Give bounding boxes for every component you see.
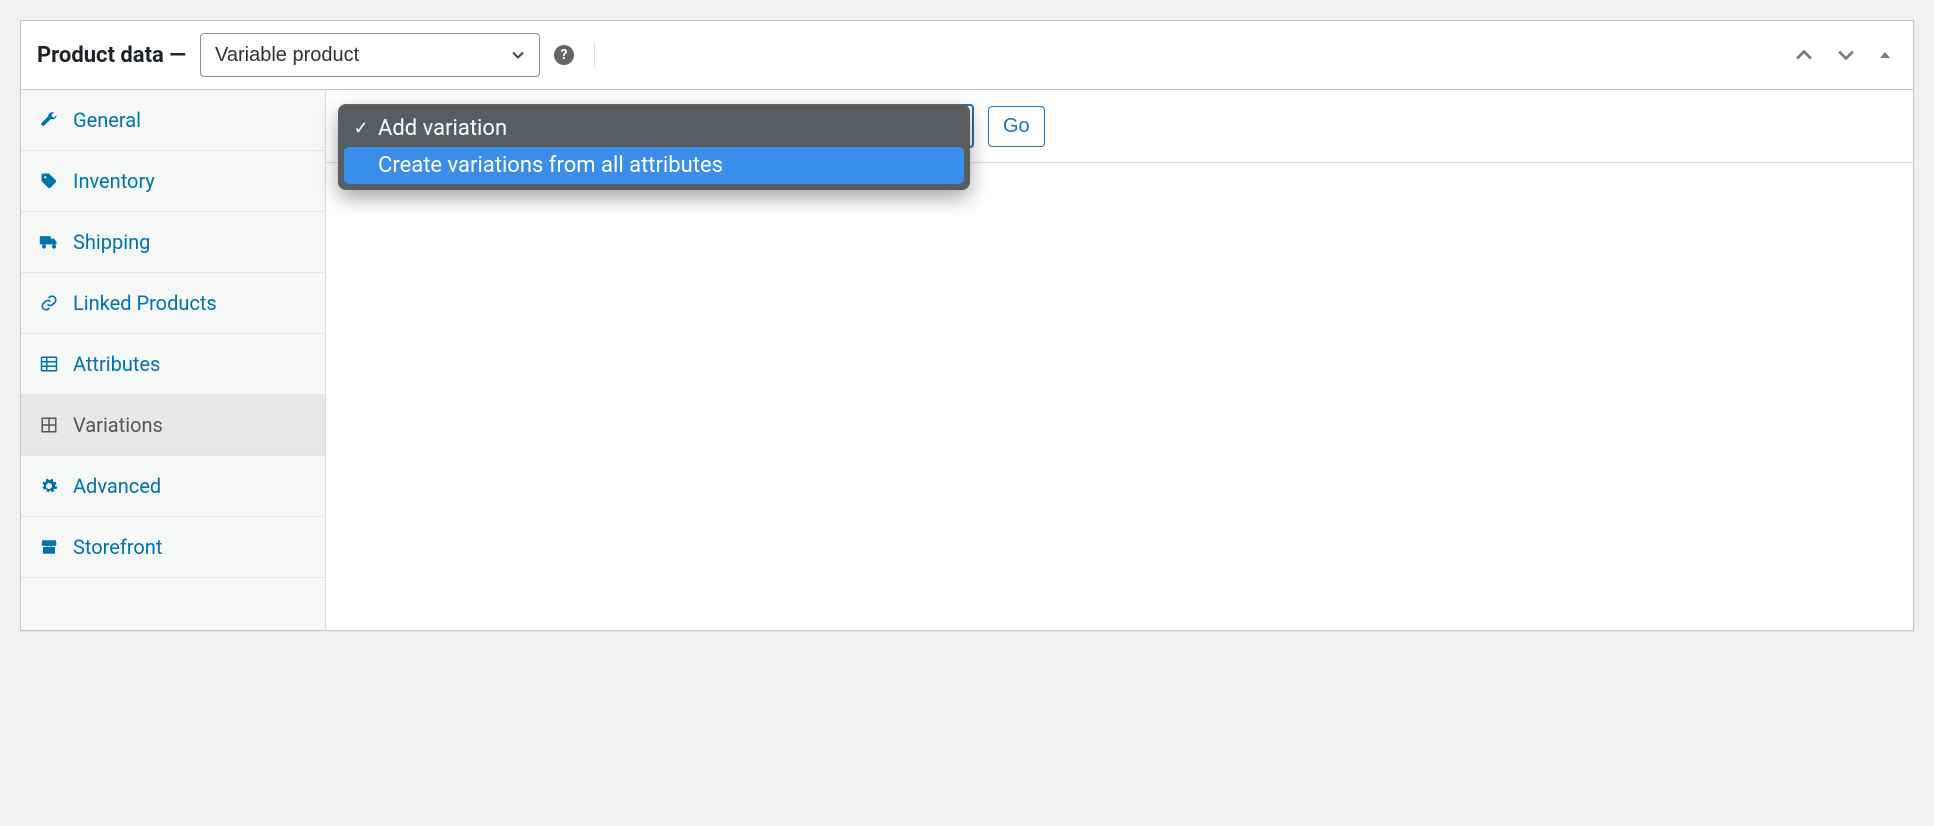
check-icon: ✓ — [352, 118, 370, 139]
chevron-down-icon — [1835, 44, 1857, 66]
panel-header: Product data — Variable product ? — [21, 21, 1913, 90]
product-data-tabs: General Inventory Shipping Linked Produc… — [21, 90, 326, 630]
product-type-select-wrap: Variable product — [200, 33, 540, 77]
move-up-button[interactable] — [1789, 40, 1819, 70]
dropdown-option-label: Add variation — [378, 116, 507, 141]
gear-icon — [39, 477, 59, 495]
dropdown-option-label: Create variations from all attributes — [378, 153, 723, 178]
tab-label: Inventory — [73, 169, 155, 193]
dropdown-option-add-variation[interactable]: ✓ Add variation — [344, 110, 964, 147]
tab-inventory[interactable]: Inventory — [21, 151, 325, 212]
link-icon — [39, 294, 59, 312]
variations-content: Go ✓ Add variation Create variations fro… — [326, 90, 1913, 630]
truck-icon — [39, 233, 59, 251]
panel-body: General Inventory Shipping Linked Produc… — [21, 90, 1913, 630]
tab-label: Variations — [73, 413, 163, 437]
list-icon — [39, 355, 59, 373]
chevron-up-icon — [1793, 44, 1815, 66]
wrench-icon — [39, 111, 59, 129]
help-icon[interactable]: ? — [554, 45, 574, 65]
tab-shipping[interactable]: Shipping — [21, 212, 325, 273]
tab-label: Attributes — [73, 352, 160, 376]
tab-label: Shipping — [73, 230, 150, 254]
divider — [594, 43, 595, 67]
tab-storefront[interactable]: Storefront — [21, 517, 325, 578]
panel-header-controls — [1789, 40, 1897, 70]
triangle-up-icon — [1877, 47, 1893, 63]
product-data-panel: Product data — Variable product ? — [20, 20, 1914, 631]
move-down-button[interactable] — [1831, 40, 1861, 70]
tag-icon — [39, 172, 59, 190]
store-icon — [39, 538, 59, 556]
tab-label: Storefront — [73, 535, 162, 559]
tab-label: General — [73, 108, 141, 132]
dropdown-option-create-from-attributes[interactable]: Create variations from all attributes — [344, 147, 964, 184]
tab-label: Linked Products — [73, 291, 217, 315]
go-button[interactable]: Go — [988, 106, 1045, 147]
tab-label: Advanced — [73, 474, 161, 498]
tab-general[interactable]: General — [21, 90, 325, 151]
grid-icon — [39, 416, 59, 434]
panel-title: Product data — — [37, 43, 186, 68]
variation-action-dropdown: ✓ Add variation Create variations from a… — [338, 104, 970, 190]
tab-variations[interactable]: Variations — [21, 395, 325, 456]
tab-attributes[interactable]: Attributes — [21, 334, 325, 395]
tab-linked-products[interactable]: Linked Products — [21, 273, 325, 334]
product-type-select[interactable]: Variable product — [200, 33, 540, 77]
tab-advanced[interactable]: Advanced — [21, 456, 325, 517]
toggle-panel-button[interactable] — [1873, 43, 1897, 67]
